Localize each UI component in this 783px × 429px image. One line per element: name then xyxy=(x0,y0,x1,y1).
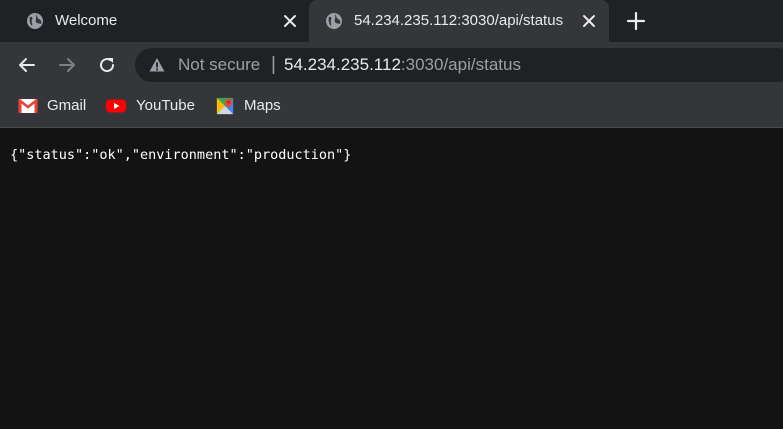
bookmark-label: Maps xyxy=(244,97,281,114)
url-path: :3030/api/status xyxy=(400,55,521,74)
address-bar[interactable]: Not secure | 54.234.235.112:3030/api/sta… xyxy=(135,48,783,82)
back-arrow-icon[interactable] xyxy=(17,55,37,75)
bookmark-label: Gmail xyxy=(47,97,87,114)
omnibox-separator: | xyxy=(271,54,276,75)
plus-icon[interactable] xyxy=(626,11,646,31)
json-response-text: {"status":"ok","environment":"production… xyxy=(10,147,352,163)
youtube-icon xyxy=(106,99,126,113)
tab-title: 54.234.235.112:3030/api/status xyxy=(354,12,564,29)
tab-welcome[interactable]: Welcome xyxy=(0,0,309,42)
maps-icon xyxy=(216,97,234,115)
url-host: 54.234.235.112 xyxy=(284,55,401,74)
url-text[interactable]: 54.234.235.112:3030/api/status xyxy=(284,56,521,74)
forward-arrow-icon[interactable] xyxy=(57,55,77,75)
globe-icon xyxy=(27,13,43,29)
gmail-icon xyxy=(18,98,38,113)
tab-api-status[interactable]: 54.234.235.112:3030/api/status xyxy=(309,0,609,42)
close-icon[interactable] xyxy=(581,13,597,29)
tab-strip: Welcome 54.234.235.112:3030/api/status xyxy=(0,0,783,42)
bookmarks-bar: Gmail YouTube Maps xyxy=(0,88,783,128)
close-icon[interactable] xyxy=(282,13,298,29)
warning-icon[interactable] xyxy=(149,57,165,73)
page-content: {"status":"ok","environment":"production… xyxy=(0,128,783,429)
tab-title: Welcome xyxy=(55,12,118,29)
toolbar: Not secure | 54.234.235.112:3030/api/sta… xyxy=(0,42,783,88)
reload-icon[interactable] xyxy=(97,55,117,75)
security-status[interactable]: Not secure xyxy=(178,56,260,74)
bookmark-label: YouTube xyxy=(136,97,195,114)
globe-icon xyxy=(326,13,342,29)
